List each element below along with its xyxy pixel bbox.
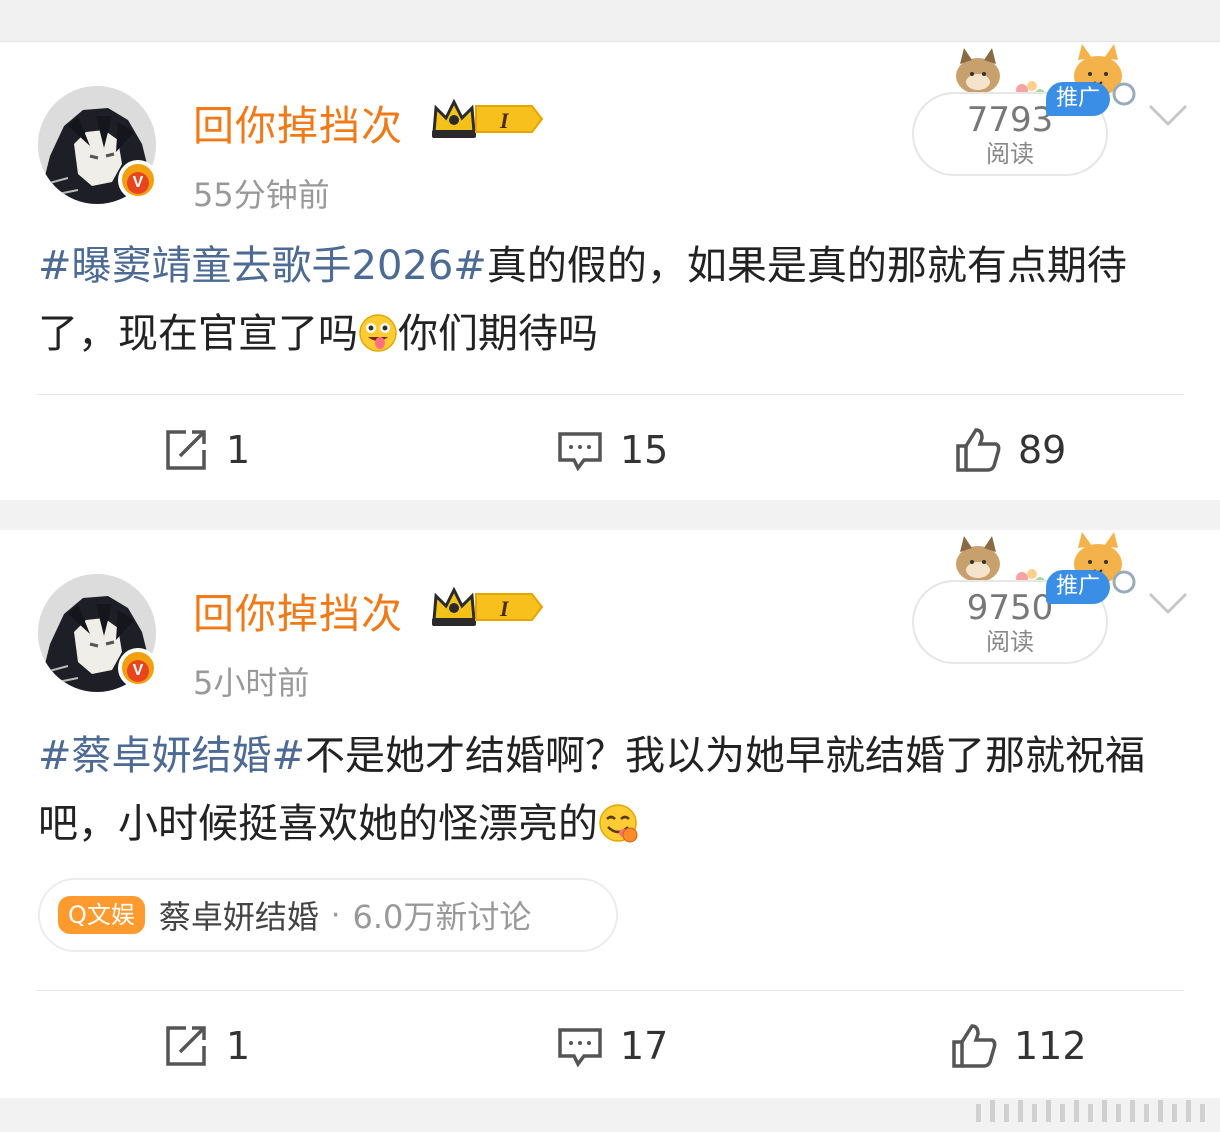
verified-v-badge-icon: V [118, 648, 158, 688]
topic-hashtag-link[interactable]: #蔡卓妍结婚# [38, 733, 305, 779]
read-label: 阅读 [986, 140, 1034, 168]
comment-count: 17 [620, 1024, 669, 1068]
repost-button[interactable]: 1 [162, 426, 250, 474]
read-label: 阅读 [986, 628, 1034, 656]
repost-button[interactable]: 1 [162, 1022, 250, 1070]
top-gap [0, 0, 1220, 42]
like-count: 112 [1014, 1024, 1087, 1068]
drooling-face-emoji [359, 314, 397, 352]
post-time: 5小时前 [193, 664, 310, 702]
post-card[interactable]: V 回你掉挡次 I 5小时前 9750 阅读 推广 #蔡卓妍结婚#不是她才结婚啊… [0, 530, 1220, 1098]
crown-vip-badge-icon: I [432, 586, 544, 626]
svg-text:I: I [499, 108, 510, 133]
promo-badge: 推广 [1046, 570, 1110, 604]
repost-icon [166, 1026, 206, 1066]
thumbs-up-icon [956, 428, 1001, 472]
category-tag: Q文娱 [58, 896, 145, 934]
like-button[interactable]: 89 [954, 426, 1066, 474]
comment-button[interactable]: 17 [556, 1022, 668, 1070]
repost-count: 1 [226, 428, 251, 472]
divider [36, 990, 1184, 991]
username[interactable]: 回你掉挡次 [193, 92, 403, 152]
promo-badge: 推广 [1046, 82, 1110, 116]
post-content: #曝窦靖童去歌手2026#真的假的，如果是真的那就有点期待了，现在官宣了吗 你们期… [38, 232, 1188, 368]
face-savoring-food-emoji [599, 804, 638, 843]
chevron-down-icon[interactable] [1146, 100, 1190, 130]
watermark-pattern [976, 1100, 1205, 1122]
divider [36, 394, 1184, 395]
comment-icon [558, 1028, 602, 1068]
topic-hashtag-link[interactable]: #曝窦靖童去歌手2026# [38, 243, 487, 289]
post-content: #蔡卓妍结婚#不是她才结婚啊？我以为她早就结婚了那就祝福吧，小时候挺喜欢她的怪漂… [38, 722, 1188, 858]
discussion-count: 6.0万新讨论 [352, 898, 532, 936]
topic-chip[interactable]: Q文娱 蔡卓妍结婚 · 6.0万新讨论 [38, 878, 618, 952]
chevron-down-icon[interactable] [1146, 588, 1190, 618]
like-count: 89 [1018, 428, 1067, 472]
separator: · [330, 897, 341, 933]
crown-vip-badge-icon: I [432, 98, 544, 138]
comment-count: 15 [620, 428, 669, 472]
verified-v-badge-icon: V [118, 160, 158, 200]
post-text-tail: 你们期待吗 [398, 311, 598, 357]
comment-icon [558, 432, 602, 472]
post-time: 55分钟前 [193, 176, 330, 214]
thumbs-up-icon [952, 1024, 997, 1068]
username[interactable]: 回你掉挡次 [193, 580, 403, 640]
svg-text:I: I [499, 596, 510, 621]
topic-name: 蔡卓妍结婚 [158, 898, 319, 936]
repost-count: 1 [226, 1024, 251, 1068]
repost-icon [166, 430, 206, 470]
comment-button[interactable]: 15 [556, 426, 668, 474]
post-card[interactable]: V 回你掉挡次 I 55分钟前 7793 阅读 推广 #曝窦靖童去歌手2026#… [0, 42, 1220, 500]
like-button[interactable]: 112 [950, 1022, 1087, 1070]
